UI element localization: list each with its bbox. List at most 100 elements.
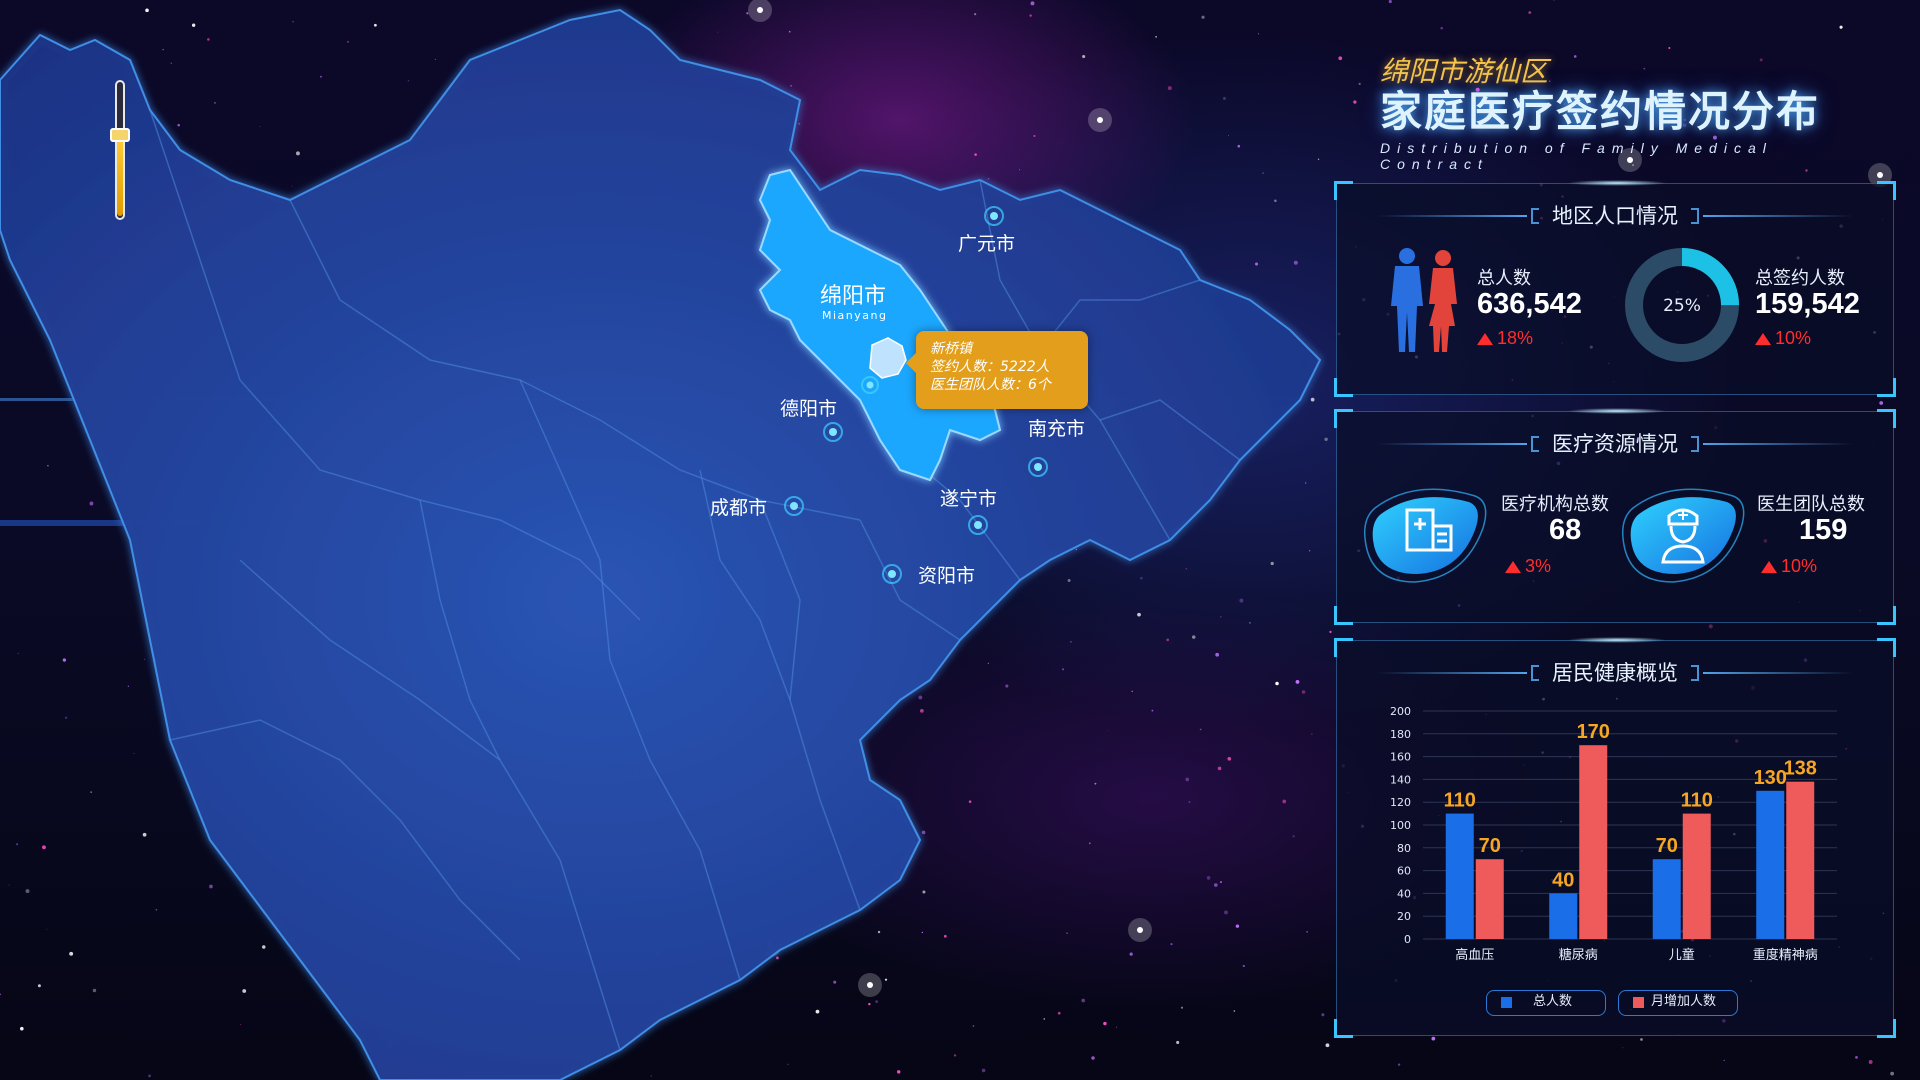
title-line xyxy=(1377,672,1527,674)
y-tick-label: 100 xyxy=(1390,819,1411,832)
city-marker[interactable] xyxy=(990,212,998,220)
city-marker[interactable] xyxy=(829,428,837,436)
y-tick-label: 80 xyxy=(1397,842,1411,855)
team-trend: 10% xyxy=(1761,556,1817,577)
title-main: 家庭医疗签约情况分布 xyxy=(1380,87,1821,136)
bar[interactable] xyxy=(1756,790,1785,939)
bar[interactable] xyxy=(1579,745,1608,939)
medical-resources-panel: 医疗资源情况 医疗机构总数 68 3% 医生团队总数 159 10% xyxy=(1334,408,1896,625)
y-tick-label: 180 xyxy=(1390,728,1411,741)
panel-title-wrap: 地区人口情况 xyxy=(1337,202,1893,230)
dashboard-title: 绵阳市游仙区 家庭医疗签约情况分布 Distribution of Family… xyxy=(1380,55,1860,173)
city-label: 南充市 xyxy=(1028,418,1085,440)
city-marker[interactable] xyxy=(790,502,798,510)
bright-star xyxy=(1877,172,1883,178)
signed-population-value: 159,542 xyxy=(1755,288,1860,320)
medical-title: 医疗资源情况 xyxy=(1552,432,1678,456)
legend-swatch xyxy=(1501,997,1512,1008)
signed-population-label: 总签约人数 xyxy=(1755,268,1845,289)
x-tick-label: 儿童 xyxy=(1669,947,1695,963)
health-title: 居民健康概览 xyxy=(1552,661,1678,685)
city-label: 遂宁市 xyxy=(940,488,997,510)
star xyxy=(1668,46,1671,50)
bar[interactable] xyxy=(1549,893,1578,939)
star xyxy=(1868,1060,1873,1064)
bar-data-label: 130 xyxy=(1754,767,1787,789)
panel-glow xyxy=(1567,408,1667,414)
team-value: 159 xyxy=(1799,514,1848,546)
y-tick-label: 60 xyxy=(1397,865,1411,878)
trend-up-icon xyxy=(1755,333,1771,345)
total-population-label: 总人数 xyxy=(1477,268,1531,289)
star xyxy=(1553,0,1555,1)
bar-data-label: 170 xyxy=(1577,721,1610,743)
total-population-trend: 18% xyxy=(1477,328,1533,349)
title-subtitle: 绵阳市游仙区 xyxy=(1380,55,1549,88)
female-figure-icon xyxy=(1429,250,1457,352)
city-marker[interactable] xyxy=(866,381,874,389)
tooltip-signed: 签约人数：5222人 xyxy=(930,359,1050,375)
legend-monthly-increase[interactable]: 月增加人数 xyxy=(1618,990,1738,1016)
title-english: Distribution of Family Medical Contract xyxy=(1380,140,1773,172)
legend-label: 月增加人数 xyxy=(1651,994,1717,1009)
zoom-slider[interactable] xyxy=(110,80,130,220)
title-bracket xyxy=(1691,208,1699,224)
title-line xyxy=(1377,215,1527,217)
mianyang-en-label: Mianyang xyxy=(822,309,887,322)
city-marker[interactable] xyxy=(888,570,896,578)
title-bracket xyxy=(1691,665,1699,681)
bar-data-label: 40 xyxy=(1552,869,1574,891)
institution-trend: 3% xyxy=(1505,556,1551,577)
bar-data-label: 110 xyxy=(1681,790,1713,812)
tooltip-town: 新桥镇 xyxy=(930,341,972,357)
donut-label: 25% xyxy=(1663,296,1701,316)
institution-label: 医疗机构总数 xyxy=(1501,494,1609,515)
zoom-handle[interactable] xyxy=(110,128,130,143)
bar[interactable] xyxy=(1475,859,1504,939)
bar[interactable] xyxy=(1652,859,1681,939)
city-label: 资阳市 xyxy=(918,565,975,587)
title-line xyxy=(1703,215,1853,217)
mianyang-label: 绵阳市 xyxy=(820,284,886,309)
doctor-badge xyxy=(1621,488,1745,583)
star xyxy=(1353,100,1357,104)
city-label: 德阳市 xyxy=(780,398,837,420)
y-tick-label: 40 xyxy=(1397,887,1411,900)
title-line xyxy=(1377,443,1527,445)
x-tick-label: 高血压 xyxy=(1455,947,1494,963)
star xyxy=(1723,1059,1725,1062)
city-marker[interactable] xyxy=(974,521,982,529)
male-figure-icon xyxy=(1391,248,1423,352)
resident-health-panel: 居民健康概览 0 20 40 60 80 100 120 140 160 180 200 110 70 高… xyxy=(1334,637,1896,1038)
population-title: 地区人口情况 xyxy=(1552,204,1678,228)
legend-swatch xyxy=(1633,997,1644,1008)
total-population-value: 636,542 xyxy=(1477,288,1582,320)
population-panel: 地区人口情况 总人数 636,542 18% 25% 总签约人数 159,542… xyxy=(1334,180,1896,397)
map-tooltip: 新桥镇 签约人数：5222人 医生团队人数：6个 xyxy=(906,331,1088,409)
legend-label: 总人数 xyxy=(1533,994,1573,1009)
bar-data-label: 110 xyxy=(1444,790,1476,812)
hospital-badge xyxy=(1363,488,1487,583)
title-line xyxy=(1703,443,1853,445)
bar[interactable] xyxy=(1445,813,1474,939)
health-bar-chart: 0 20 40 60 80 100 120 140 160 180 200 110 70 高血压 40 170… xyxy=(1390,705,1837,963)
team-label: 医生团队总数 xyxy=(1757,494,1865,515)
legend-total[interactable]: 总人数 xyxy=(1486,990,1606,1016)
star xyxy=(1397,1063,1401,1066)
y-tick-label: 160 xyxy=(1390,751,1411,764)
star xyxy=(1708,624,1713,629)
bar[interactable] xyxy=(1682,813,1711,939)
bar-data-label: 70 xyxy=(1479,835,1501,857)
title-line xyxy=(1703,672,1853,674)
star xyxy=(1890,1071,1894,1076)
y-tick-label: 140 xyxy=(1390,773,1411,786)
star xyxy=(1388,0,1392,4)
title-bracket xyxy=(1531,665,1539,681)
signed-population-trend: 10% xyxy=(1755,328,1811,349)
sichuan-map[interactable]: 绵阳市 Mianyang 广元市德阳市南充市成都市 遂宁市资阳市 xyxy=(0,0,1340,1080)
bar[interactable] xyxy=(1786,781,1815,939)
city-marker[interactable] xyxy=(1034,463,1042,471)
corner xyxy=(1334,378,1353,397)
y-tick-label: 200 xyxy=(1390,705,1411,718)
title-bracket xyxy=(1531,208,1539,224)
